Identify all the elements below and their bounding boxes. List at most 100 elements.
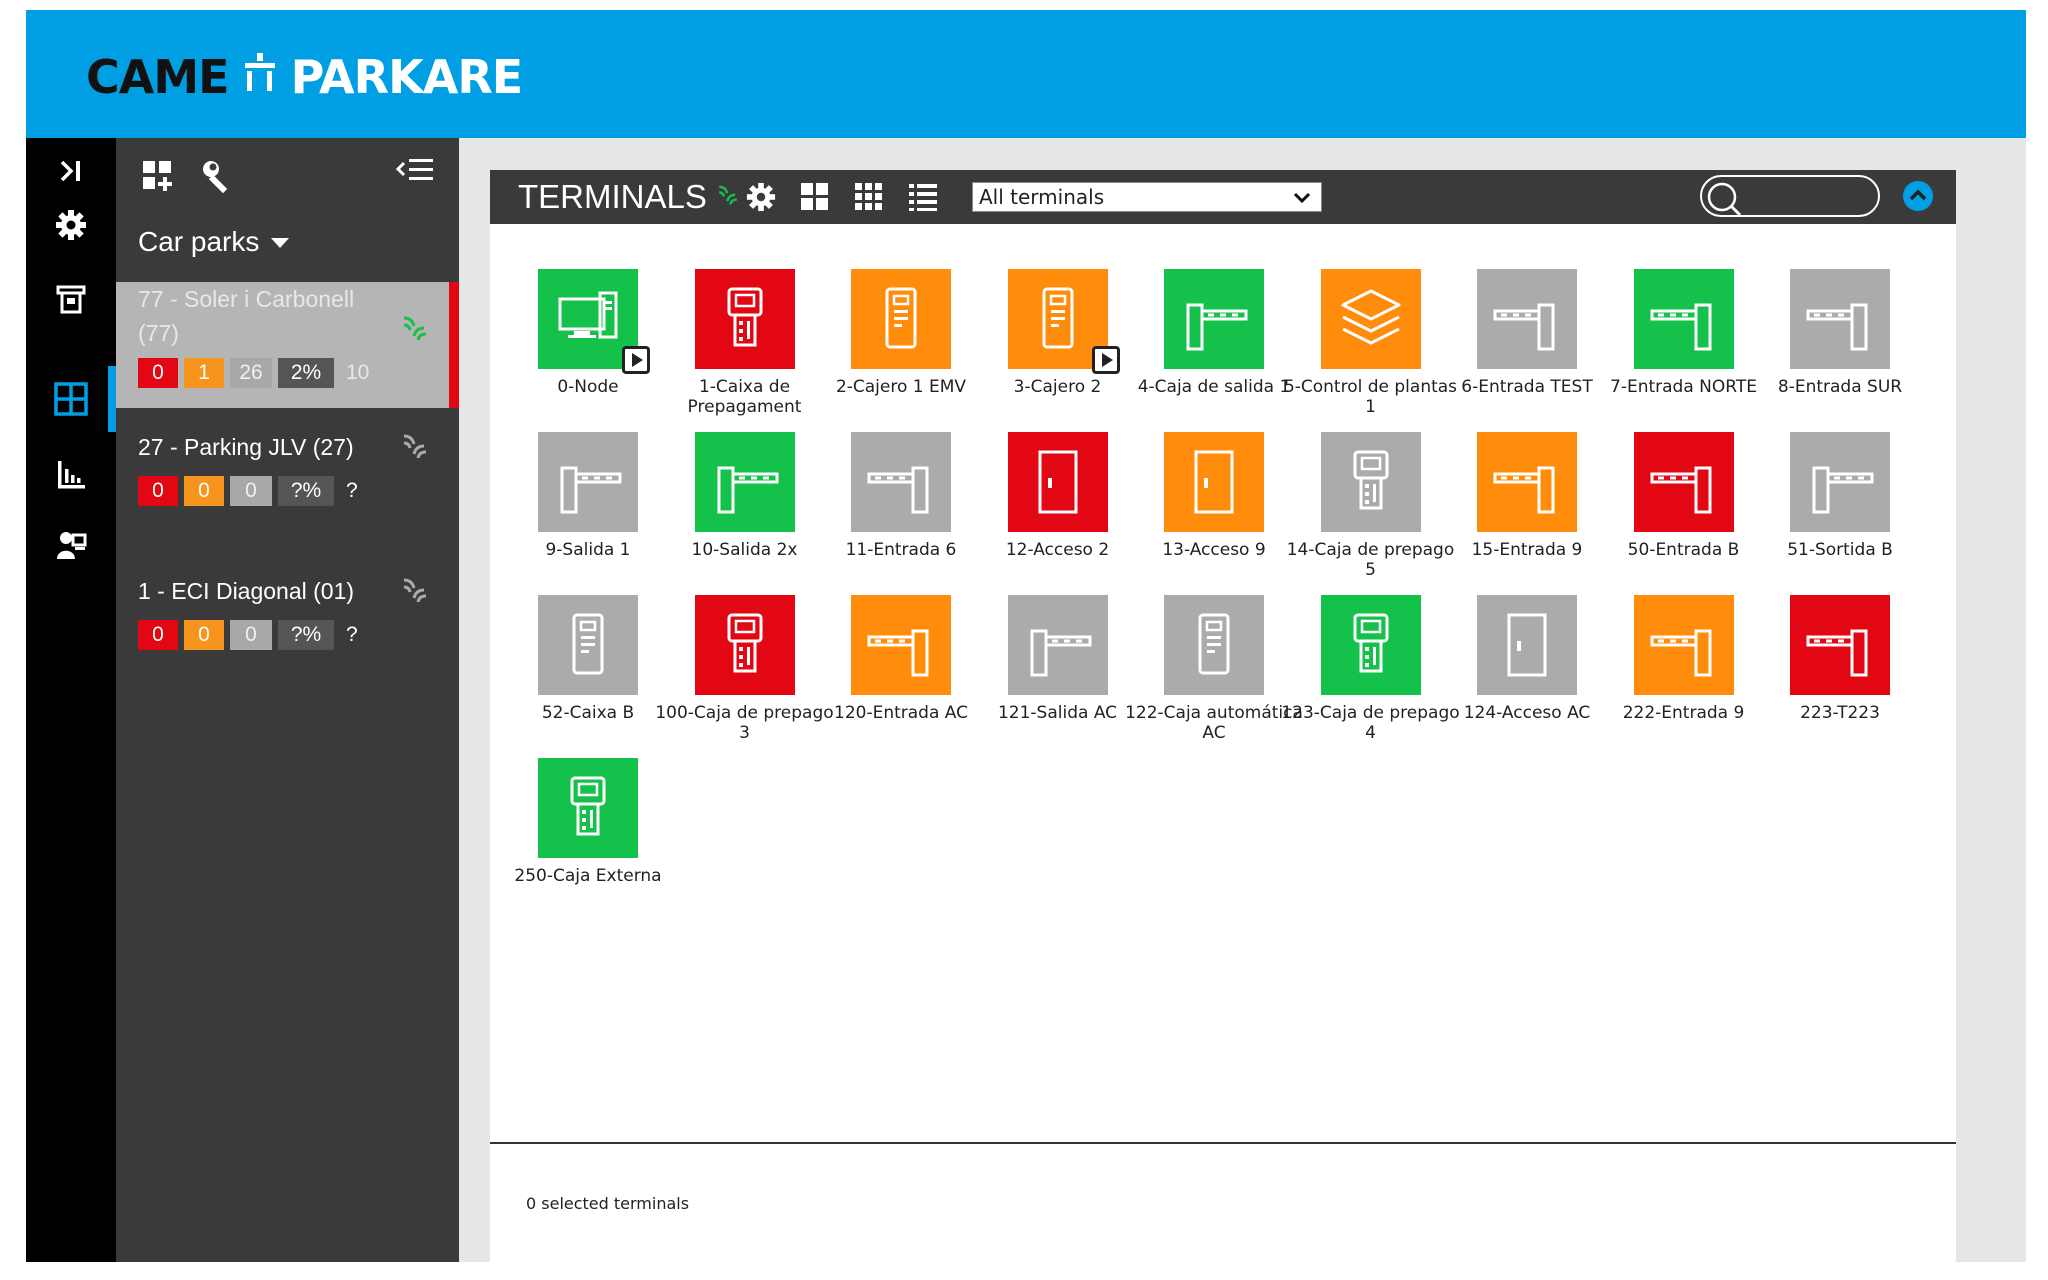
- terminal-status-square[interactable]: [851, 595, 951, 695]
- ticket-machine-icon[interactable]: [46, 274, 96, 324]
- terminal-tile[interactable]: 11-Entrada 6: [811, 387, 971, 560]
- collapse-panel-icon[interactable]: [396, 150, 436, 190]
- terminal-status-square[interactable]: [1320, 432, 1421, 532]
- terminal-tile[interactable]: 14-Caja de prepago 5: [1281, 387, 1454, 580]
- stat-warnings: 0: [184, 620, 224, 650]
- terminal-status-square[interactable]: [851, 432, 951, 532]
- terminal-status-square[interactable]: [694, 269, 795, 369]
- terminal-label: 223-T223: [1800, 703, 1880, 723]
- terminal-tile[interactable]: 7-Entrada NORTE: [1594, 224, 1757, 397]
- exit-barrier-icon: [560, 466, 622, 514]
- selected-marker: [449, 282, 459, 408]
- wrench-icon[interactable]: [198, 156, 238, 196]
- terminal-status-square[interactable]: [1007, 595, 1108, 695]
- terminal-status-square[interactable]: [694, 432, 795, 532]
- search-box[interactable]: [1700, 175, 1880, 217]
- pay-station-icon: [727, 613, 762, 673]
- terminal-status-square[interactable]: [1790, 595, 1890, 695]
- layers-icon: [1341, 289, 1400, 345]
- cashier-icon: [885, 287, 917, 349]
- terminal-tile[interactable]: 100-Caja de prepago 3: [655, 550, 834, 743]
- terminal-tile[interactable]: 124-Acceso AC: [1437, 550, 1597, 723]
- terminal-status-square[interactable]: [538, 595, 638, 695]
- pay-station-icon: [570, 776, 606, 836]
- car-parks-dropdown[interactable]: Car parks: [138, 226, 290, 258]
- collapse-up-icon[interactable]: [1902, 180, 1934, 212]
- terminals-title: TERMINALS: [518, 176, 740, 218]
- terminal-status-square[interactable]: [1633, 432, 1734, 532]
- terminal-status-square[interactable]: [1164, 432, 1264, 532]
- door-icon: [1194, 450, 1234, 514]
- terminal-tile[interactable]: 0-Node: [498, 224, 658, 397]
- signal-offline-icon: [403, 578, 427, 603]
- settings-gear-icon[interactable]: [744, 180, 778, 214]
- terminal-status-square[interactable]: [1633, 595, 1734, 695]
- entry-barrier-icon: [867, 629, 929, 677]
- terminal-status-square[interactable]: [1477, 595, 1577, 695]
- play-icon[interactable]: [622, 346, 650, 374]
- car-park-item[interactable]: 27 - Parking JLV (27) 0 0 0 ?% ?: [116, 420, 459, 520]
- terminal-status-square[interactable]: [1633, 269, 1734, 369]
- terminal-status-square[interactable]: [694, 595, 795, 695]
- terminal-tile[interactable]: 15-Entrada 9: [1437, 387, 1597, 560]
- terminal-tile[interactable]: 52-Caixa B: [498, 550, 658, 723]
- car-park-item[interactable]: 1 - ECI Diagonal (01) 0 0 0 ?% ?: [116, 564, 459, 664]
- exit-barrier-icon: [1812, 466, 1874, 514]
- terminals-title-text: TERMINALS: [518, 178, 707, 215]
- terminal-status-square[interactable]: [1477, 269, 1577, 369]
- terminal-tile[interactable]: 120-Entrada AC: [811, 550, 971, 723]
- terminal-status-square[interactable]: [1164, 595, 1264, 695]
- terminal-tile[interactable]: 222-Entrada 9: [1594, 550, 1754, 723]
- add-dashboard-icon[interactable]: [138, 156, 178, 196]
- terminal-tile[interactable]: 10-Salida 2x: [655, 387, 815, 560]
- terminal-tile[interactable]: 5-Control de plantas 1: [1281, 224, 1457, 417]
- terminal-tile[interactable]: 12-Acceso 2: [968, 387, 1128, 560]
- terminal-filter-select[interactable]: All terminals: [972, 182, 1322, 212]
- gear-icon[interactable]: [46, 200, 96, 250]
- terminal-status-square[interactable]: [1790, 269, 1890, 369]
- signal-offline-icon: [403, 434, 427, 459]
- terminal-tile[interactable]: 3-Cajero 2: [968, 224, 1128, 397]
- terminal-tile[interactable]: 250-Caja Externa: [498, 713, 662, 886]
- terminal-tile[interactable]: 122-Caja automática AC: [1124, 550, 1303, 743]
- terminals-toolbar: TERMINALS All terminals: [490, 170, 1956, 224]
- terminal-tile[interactable]: 51-Sortida B: [1750, 387, 1910, 560]
- play-icon[interactable]: [1091, 346, 1120, 374]
- grid-icon[interactable]: [46, 374, 96, 424]
- terminal-status-square[interactable]: [1477, 432, 1577, 532]
- terminal-tile[interactable]: 4-Caja de salida 1: [1124, 224, 1290, 397]
- terminal-tile[interactable]: 9-Salida 1: [498, 387, 658, 560]
- terminal-tile[interactable]: 8-Entrada SUR: [1750, 224, 1910, 397]
- selected-terminals-count: 0 selected terminals: [526, 1194, 690, 1213]
- terminal-status-square[interactable]: [538, 432, 638, 532]
- terminal-tile[interactable]: 121-Salida AC: [968, 550, 1128, 723]
- terminal-tile[interactable]: 2-Cajero 1 EMV: [811, 224, 971, 397]
- terminal-tile[interactable]: 223-T223: [1750, 550, 1910, 723]
- terminal-status-square[interactable]: [851, 269, 951, 369]
- terminal-tile[interactable]: 123-Caja de prepago 4: [1281, 550, 1460, 743]
- car-park-stats: 0 0 0 ?% ?: [138, 476, 392, 506]
- terminal-status-square[interactable]: [1007, 432, 1108, 532]
- expand-icon[interactable]: [46, 146, 96, 196]
- user-desk-icon[interactable]: [46, 520, 96, 570]
- terminal-tile[interactable]: 6-Entrada TEST: [1437, 224, 1597, 397]
- terminal-status-square[interactable]: [1320, 269, 1421, 369]
- stat-offline: 26: [230, 358, 272, 388]
- terminal-status-square[interactable]: [1320, 595, 1421, 695]
- terminal-tile[interactable]: 13-Acceso 9: [1124, 387, 1284, 560]
- terminal-status-square[interactable]: [538, 758, 638, 858]
- terminal-tile[interactable]: 50-Entrada B: [1594, 387, 1754, 560]
- logo-mark-icon: [243, 50, 277, 104]
- car-parks-panel: Car parks 77 - Soler i Carbonell (77) 0 …: [116, 138, 459, 1262]
- terminal-status-square[interactable]: [1164, 269, 1264, 369]
- logo-came-text: CAME: [86, 50, 230, 104]
- terminal-tile[interactable]: 1-Caixa de Prepagament: [655, 224, 815, 417]
- small-grid-view-icon[interactable]: [852, 180, 886, 214]
- large-grid-view-icon[interactable]: [798, 180, 832, 214]
- search-input[interactable]: [1744, 183, 1872, 211]
- bar-chart-icon[interactable]: [46, 450, 96, 500]
- terminal-status-square[interactable]: [1790, 432, 1890, 532]
- car-park-item[interactable]: 77 - Soler i Carbonell (77) 0 1 26 2% 10: [116, 282, 459, 408]
- list-view-icon[interactable]: [906, 180, 940, 214]
- footer-divider: [490, 1142, 1956, 1144]
